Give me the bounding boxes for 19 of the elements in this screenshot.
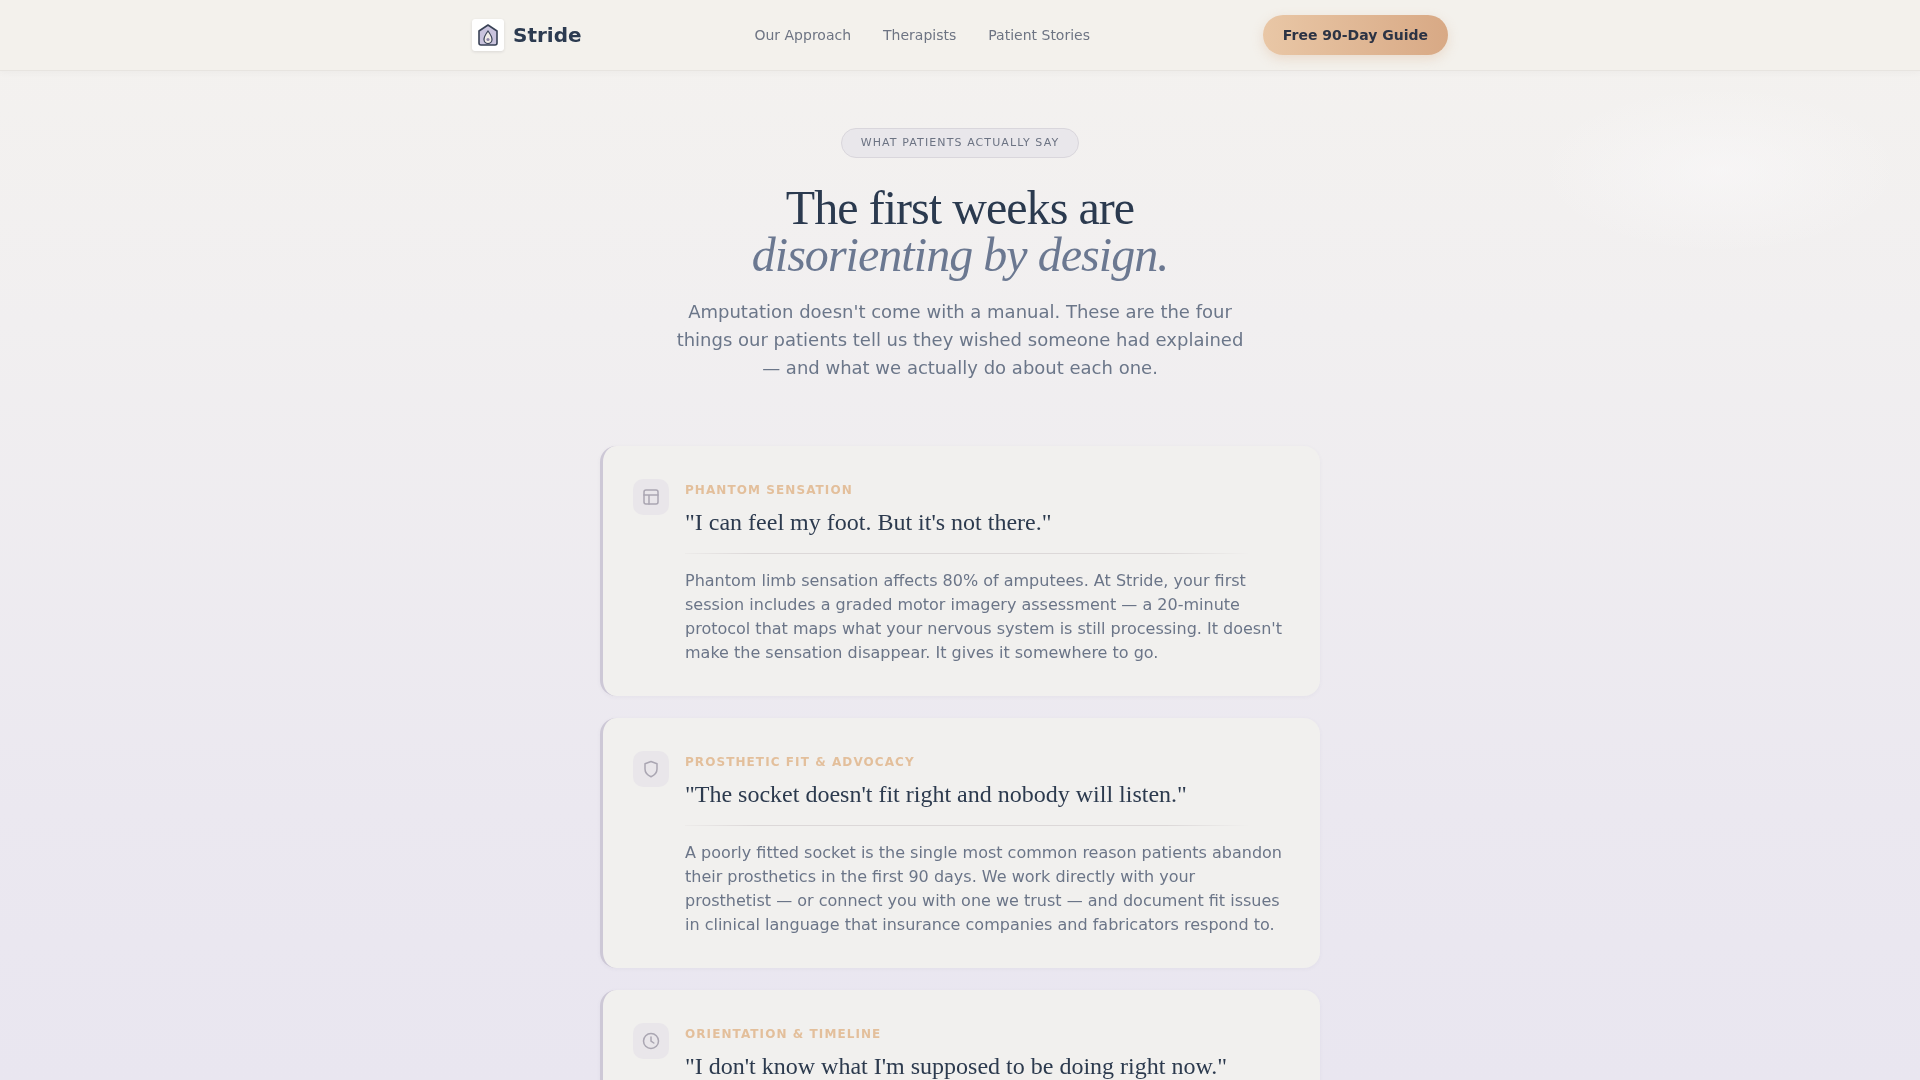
patient-quote: "The socket doesn't fit right and nobody will listen." [685, 780, 1187, 809]
layout-icon [633, 479, 669, 515]
nav-link[interactable]: Our Approach [754, 27, 852, 43]
nav-link[interactable]: Therapists [883, 27, 957, 43]
card-description: Phantom limb sensation affects 80% of amputees. At Stride, your first session includes a graded motor imagery assessment — a 20-minute protocol that maps what your nervous system is still processing. It doesn't make the sensation disappear. It gives it somewhere to go. [685, 570, 1283, 664]
section-badge: WHAT PATIENTS ACTUALLY SAY [840, 128, 1080, 158]
hero-intro: Amputation doesn't come with a manual. These are the four things our patients tell us they wished someone had explained — and what we actually do about each one. [675, 300, 1245, 380]
category-label: ORIENTATION & TIMELINE [685, 1026, 882, 1043]
clock-icon [633, 1023, 669, 1059]
category-label: PHANTOM SENSATION [685, 482, 853, 499]
brand-name[interactable]: Stride [513, 23, 582, 47]
patient-quote: "I can feel my foot. But it's not there." [685, 508, 1052, 537]
shield-icon [633, 751, 669, 787]
patient-quote: "I don't know what I'm supposed to be doing right now." [685, 1052, 1227, 1080]
guide-button[interactable]: Free 90-Day Guide [1262, 15, 1448, 55]
house-drop-icon[interactable] [472, 19, 504, 51]
category-label: PROSTHETIC FIT & ADVOCACY [685, 754, 915, 771]
nav-link[interactable]: Patient Stories [988, 27, 1090, 43]
card-description: A poorly fitted socket is the single most common reason patients abandon their prosthetics in the first 90 days. We work directly with your prosthetist — or connect you with one we trust — and document fit issues in clinical language that insurance companies and fabricators respond to. [685, 842, 1283, 936]
